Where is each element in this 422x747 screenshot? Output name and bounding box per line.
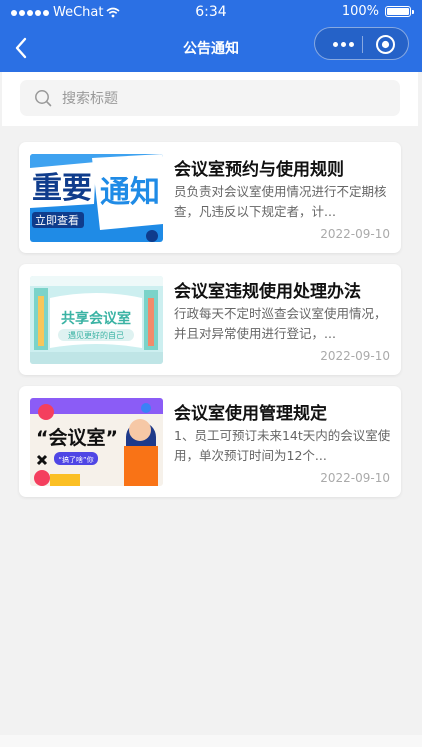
status-bar: WeChat 6:34 100%	[0, 0, 422, 26]
notice-title: 会议室预约与使用规则	[174, 160, 344, 180]
notice-title: 会议室使用管理规定	[174, 404, 327, 424]
search-box[interactable]	[20, 80, 400, 118]
bottom-shade	[0, 735, 422, 747]
notice-title: 会议室违规使用处理办法	[174, 282, 361, 302]
notice-thumbnail-shared-room: 共享会议室 遇见更好的自己	[30, 276, 163, 364]
svg-text:重要: 重要	[32, 171, 92, 206]
notice-card[interactable]: “会议室” “搞了啥”你 会议室使用管理规定 1、员工可预订未来14t天内的会议…	[19, 386, 401, 497]
battery-percent: 100%	[341, 4, 379, 19]
search-area	[2, 72, 418, 126]
notice-date: 2022-09-10	[320, 349, 390, 363]
svg-text:立即查看: 立即查看	[35, 213, 79, 227]
battery-icon	[385, 6, 414, 17]
mini-program-capsule	[314, 27, 409, 60]
notice-card[interactable]: 共享会议室 遇见更好的自己 会议室违规使用处理办法 行政每天不定时巡查会议室使用…	[19, 264, 401, 375]
svg-text:遇见更好的自己: 遇见更好的自己	[68, 330, 124, 340]
more-dots-icon[interactable]	[325, 36, 361, 52]
notice-date: 2022-09-10	[320, 471, 390, 485]
notice-thumbnail-important: 重要 通知 立即查看	[30, 154, 163, 242]
search-input[interactable]	[60, 80, 394, 118]
svg-text:通知: 通知	[100, 175, 160, 210]
svg-text:“会议室”: “会议室”	[36, 426, 118, 449]
nav-bar: 公告通知	[0, 26, 422, 72]
search-icon	[35, 90, 52, 107]
notice-summary: 行政每天不定时巡查会议室使用情况，并且对异常使用进行登记，...	[174, 306, 387, 341]
notice-summary: 员负责对会议室使用情况进行不定期核查，凡违反以下规定者，计...	[174, 184, 387, 219]
target-circle-icon	[376, 35, 395, 54]
capsule-close-button[interactable]	[375, 34, 396, 55]
capsule-divider	[362, 36, 363, 53]
notice-card[interactable]: 重要 通知 立即查看 会议室预约与使用规则 员负责对会议室使用情况进行不定期核查…	[19, 142, 401, 253]
notice-thumbnail-meeting-room: “会议室” “搞了啥”你	[30, 398, 163, 486]
header: WeChat 6:34 100% 公告通知	[0, 0, 422, 72]
notice-summary: 1、员工可预订未来14t天内的会议室使用，单次预订时间为12个...	[174, 428, 391, 463]
svg-text:“搞了啥”你: “搞了啥”你	[58, 455, 93, 464]
status-right: 100%	[341, 4, 414, 19]
svg-text:共享会议室: 共享会议室	[61, 310, 131, 327]
notice-date: 2022-09-10	[320, 227, 390, 241]
